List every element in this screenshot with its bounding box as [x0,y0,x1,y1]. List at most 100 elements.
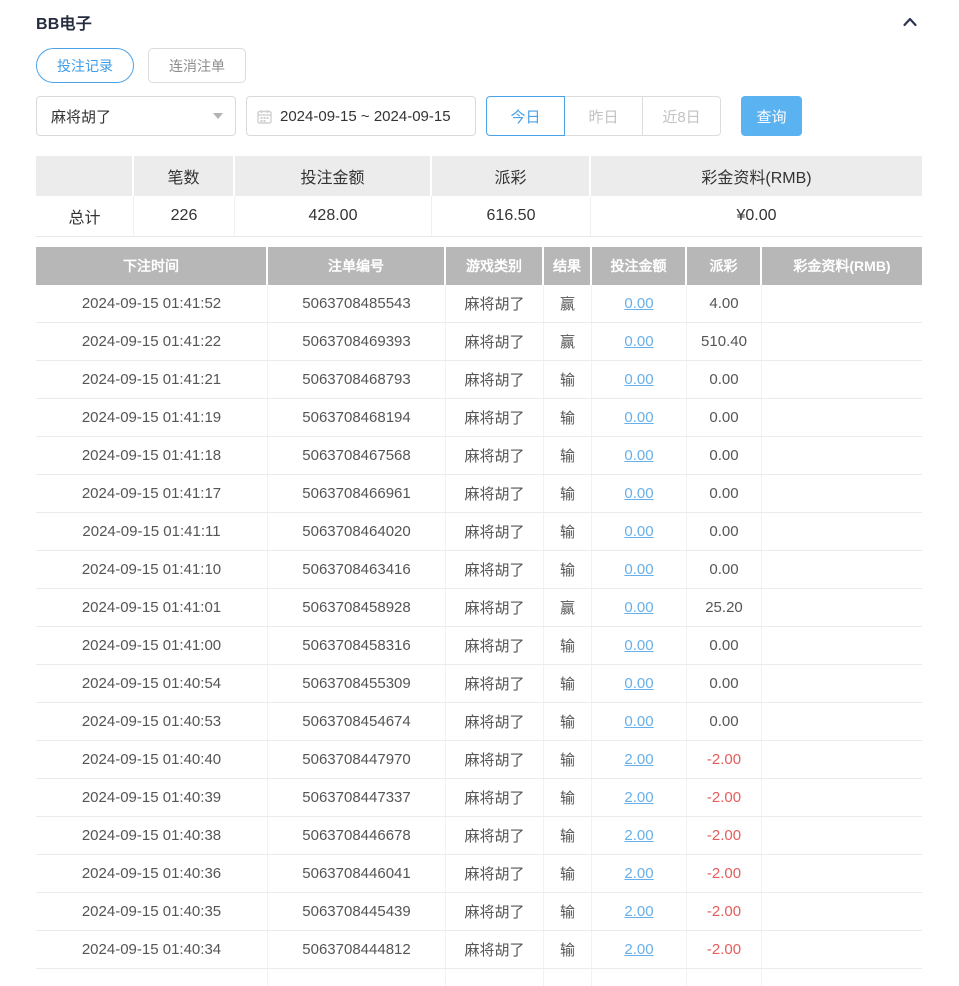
bet-amount-cell [592,969,687,986]
table-row: 2024-09-15 01:41:10 5063708463416 麻将胡了 输… [36,551,922,589]
bonus-cell [762,969,922,986]
result-cell: 输 [544,817,592,854]
quick-range-last8days[interactable]: 近8日 [642,96,721,136]
bet-amount-link[interactable]: 0.00 [624,371,653,388]
panel-title: BB电子 [36,16,92,33]
game-type-cell: 麻将胡了 [446,893,544,930]
game-type-cell: 麻将胡了 [446,285,544,322]
bet-time-cell: 2024-09-15 01:41:18 [36,437,268,474]
bet-amount-cell: 2.00 [592,741,687,778]
payout-cell: 0.00 [687,551,762,588]
bet-number-cell: 5063708468793 [268,361,446,398]
bet-amount-cell: 0.00 [592,361,687,398]
bet-amount-cell: 2.00 [592,931,687,968]
game-type-cell: 麻将胡了 [446,589,544,626]
bet-number-cell: 5063708455309 [268,665,446,702]
bet-time-cell: 2024-09-15 01:41:52 [36,285,268,322]
result-cell [544,969,592,986]
bonus-cell [762,931,922,968]
bet-amount-link[interactable]: 0.00 [624,637,653,654]
bet-number-cell: 5063708468194 [268,399,446,436]
result-cell: 输 [544,627,592,664]
tab-betting-records[interactable]: 投注记录 [36,48,134,83]
bet-time-cell: 2024-09-15 01:41:19 [36,399,268,436]
summary-total-payout: 616.50 [432,196,591,236]
bet-time-cell: 2024-09-15 01:40:39 [36,779,268,816]
table-row: 2024-09-15 01:40:54 5063708455309 麻将胡了 输… [36,665,922,703]
bet-amount-cell: 2.00 [592,779,687,816]
bet-amount-cell: 0.00 [592,627,687,664]
search-button[interactable]: 查询 [741,96,802,136]
bet-time-cell: 2024-09-15 01:41:11 [36,513,268,550]
bonus-cell [762,513,922,550]
bet-amount-cell: 0.00 [592,513,687,550]
col-header-game-type: 游戏类别 [446,247,544,285]
bet-amount-link[interactable]: 2.00 [624,865,653,882]
bet-time-cell: 2024-09-15 01:40:36 [36,855,268,892]
bet-amount-link[interactable]: 0.00 [624,485,653,502]
collapse-panel-button[interactable] [898,10,922,34]
table-row: 2024-09-15 01:41:17 5063708466961 麻将胡了 输… [36,475,922,513]
bet-amount-link[interactable]: 2.00 [624,827,653,844]
bet-amount-link[interactable]: 2.00 [624,751,653,768]
bet-number-cell: 5063708458316 [268,627,446,664]
bonus-cell [762,817,922,854]
table-row: 2024-09-15 01:41:01 5063708458928 麻将胡了 赢… [36,589,922,627]
result-cell: 输 [544,855,592,892]
result-cell: 输 [544,399,592,436]
bet-amount-link[interactable]: 2.00 [624,941,653,958]
result-cell: 输 [544,513,592,550]
bet-number-cell: 5063708485543 [268,285,446,322]
bet-number-cell: 5063708463416 [268,551,446,588]
bonus-cell [762,475,922,512]
bet-amount-link[interactable]: 0.00 [624,599,653,616]
tab-cascade-bets[interactable]: 连消注单 [148,48,246,83]
panel-header: BB电子 [36,0,922,34]
date-range-value: 2024-09-15 ~ 2024-09-15 [280,107,451,125]
summary-total-bonus: ¥0.00 [736,207,777,224]
bet-amount-link[interactable]: 0.00 [624,447,653,464]
bet-amount-link[interactable]: 0.00 [624,675,653,692]
table-row: 2024-09-15 01:40:38 5063708446678 麻将胡了 输… [36,817,922,855]
game-select[interactable]: 麻将胡了 [36,96,236,136]
bet-amount-link[interactable]: 0.00 [624,409,653,426]
quick-range-yesterday[interactable]: 昨日 [564,96,643,136]
quick-range-group: 今日 昨日 近8日 [486,96,721,136]
table-row [36,969,922,986]
bonus-cell [762,551,922,588]
bet-amount-cell: 2.00 [592,855,687,892]
date-range-input[interactable]: 2024-09-15 ~ 2024-09-15 [246,96,476,136]
summary-header-bonus: 彩金资料(RMB) [591,156,922,196]
game-type-cell: 麻将胡了 [446,855,544,892]
bet-amount-link[interactable]: 2.00 [624,903,653,920]
bet-time-cell [36,969,268,986]
filter-bar: 麻将胡了 2024-09-15 ~ 2024-09-15 今日 昨日 近8日 查… [36,96,922,136]
result-cell: 输 [544,665,592,702]
summary-total-row: 总计 226 428.00 616.50 ¥0.00 [36,196,922,237]
bet-amount-cell: 0.00 [592,475,687,512]
bet-number-cell: 5063708445439 [268,893,446,930]
bet-time-cell: 2024-09-15 01:40:53 [36,703,268,740]
bet-amount-link[interactable]: 0.00 [624,523,653,540]
bet-amount-cell: 0.00 [592,437,687,474]
table-row: 2024-09-15 01:40:40 5063708447970 麻将胡了 输… [36,741,922,779]
result-cell: 输 [544,551,592,588]
col-header-bet-number: 注单编号 [268,247,446,285]
summary-header-payout: 派彩 [432,156,591,196]
betting-records-panel: BB电子 投注记录 连消注单 麻将胡了 2024-09-15 ~ 2024-09… [0,0,959,986]
payout-cell [687,969,762,986]
bet-amount-link[interactable]: 0.00 [624,713,653,730]
game-type-cell: 麻将胡了 [446,361,544,398]
game-type-cell: 麻将胡了 [446,399,544,436]
table-row: 2024-09-15 01:41:19 5063708468194 麻将胡了 输… [36,399,922,437]
result-cell: 赢 [544,285,592,322]
bet-amount-link[interactable]: 0.00 [624,295,653,312]
bet-amount-link[interactable]: 2.00 [624,789,653,806]
bonus-cell [762,285,922,322]
bet-amount-link[interactable]: 0.00 [624,561,653,578]
quick-range-today[interactable]: 今日 [486,96,565,136]
col-header-payout: 派彩 [687,247,762,285]
table-row: 2024-09-15 01:41:18 5063708467568 麻将胡了 输… [36,437,922,475]
records-table: 下注时间 注单编号 游戏类别 结果 投注金额 派彩 彩金资料(RMB) 2024… [36,247,922,986]
bet-amount-link[interactable]: 0.00 [624,333,653,350]
